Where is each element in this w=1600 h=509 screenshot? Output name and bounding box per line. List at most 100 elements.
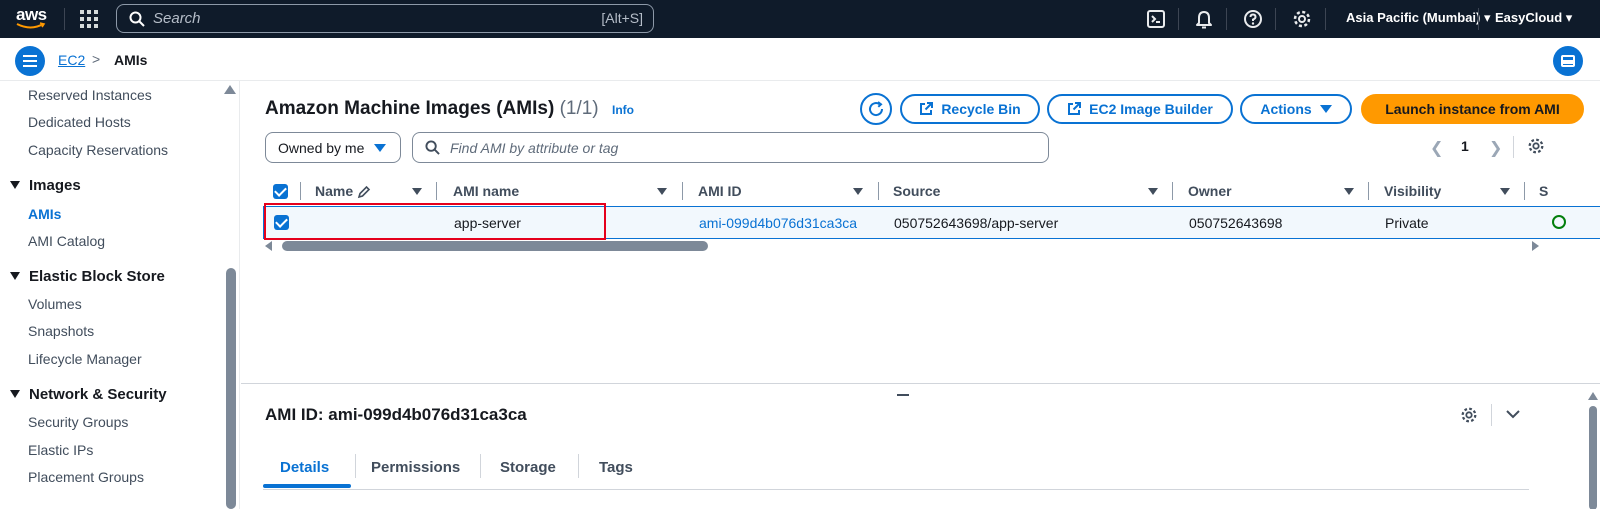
caret-down-icon [10,272,20,280]
sort-caret-icon[interactable] [1148,188,1158,195]
caret-down-icon [10,181,20,189]
details-tabs: Details Permissions Storage Tags [263,444,1529,490]
sidebar-item-security-groups[interactable]: Security Groups [28,414,128,430]
table-scroll-left-arrow[interactable] [265,241,272,251]
tab-separator [578,454,579,478]
details-scroll-up-arrow[interactable] [1588,392,1598,400]
sidebar-item-placement-groups[interactable]: Placement Groups [28,469,144,485]
sort-caret-icon[interactable] [853,188,863,195]
ami-property-filter[interactable] [412,132,1049,163]
sidebar-item-volumes[interactable]: Volumes [28,296,82,312]
active-tab-indicator [263,484,351,488]
sidebar-item-dedicated-hosts[interactable]: Dedicated Hosts [28,114,131,130]
cell-owner: 050752643698 [1189,215,1283,231]
sidebar-item-amis[interactable]: AMIs [28,206,61,222]
search-icon [425,140,440,155]
launch-instance-from-ami-button[interactable]: Launch instance from AMI [1361,94,1584,124]
info-link[interactable]: Info [612,103,634,117]
tab-storage[interactable]: Storage [500,459,556,476]
external-link-icon [920,102,934,115]
column-header-ami-id[interactable]: AMI ID [698,183,742,199]
aws-logo[interactable]: aws [16,4,50,32]
highlight-annotation-box [264,203,606,240]
sidebar-item-ami-catalog[interactable]: AMI Catalog [28,233,105,249]
sort-caret-icon[interactable] [412,188,422,195]
sidebar-scrollbar-thumb[interactable] [226,268,236,509]
ami-details-panel: AMI ID: ami-099d4b076d31ca3ca Details Pe… [241,383,1600,509]
tab-permissions[interactable]: Permissions [371,459,460,476]
sidebar-item-reserved-instances[interactable]: Reserved Instances [28,87,152,103]
details-title: AMI ID: ami-099d4b076d31ca3ca [265,405,527,424]
previous-page-button[interactable]: ❮ [1430,138,1443,158]
sort-caret-icon[interactable] [1500,188,1510,195]
details-scrollbar-thumb[interactable] [1589,406,1597,509]
table-horizontal-scrollbar-thumb[interactable] [282,241,708,251]
column-header-ami-name[interactable]: AMI name [453,183,519,199]
pager-divider [1513,136,1514,158]
nav-divider [64,8,65,30]
recycle-bin-button[interactable]: Recycle Bin [900,94,1040,124]
chevron-down-icon[interactable] [1505,406,1521,422]
help-panel-toggle-button[interactable] [1553,46,1583,76]
page-title: Amazon Machine Images (AMIs) (1/1) [265,98,599,119]
search-input[interactable] [153,10,573,27]
sidebar-section-network-security[interactable]: Network & Security [10,386,167,403]
sidebar-section-elastic-block-store[interactable]: Elastic Block Store [10,268,165,285]
tab-details[interactable]: Details [280,459,329,476]
side-navigation-toggle-button[interactable] [15,46,45,76]
tab-tags[interactable]: Tags [599,459,633,476]
column-divider [1368,182,1369,200]
notifications-bell-icon[interactable] [1194,9,1214,29]
column-divider [1172,182,1173,200]
sort-caret-icon[interactable] [657,188,667,195]
account-menu[interactable]: EasyCloud ▾ [1495,10,1572,26]
services-grid-icon[interactable] [80,10,98,28]
settings-gear-icon[interactable] [1292,9,1312,29]
nav-divider [1178,8,1179,30]
column-header-visibility[interactable]: Visibility [1384,183,1441,199]
select-all-checkbox[interactable] [273,184,288,199]
column-header-name[interactable]: Name [315,183,353,199]
column-divider [878,182,879,200]
breadcrumb-current: AMIs [114,52,148,68]
split-panel-preferences-gear-icon[interactable] [1460,406,1478,424]
nav-divider [1226,8,1227,30]
owner-filter-select[interactable]: Owned by me [265,132,401,163]
refresh-button[interactable] [860,93,892,125]
sidebar-item-capacity-reservations[interactable]: Capacity Reservations [28,142,168,158]
aws-smile-icon [16,22,46,29]
ec2-image-builder-button[interactable]: EC2 Image Builder [1047,94,1233,124]
sidebar-item-elastic-ips[interactable]: Elastic IPs [28,442,93,458]
sidebar-item-snapshots[interactable]: Snapshots [28,323,94,339]
sidebar-section-images[interactable]: Images [10,177,81,194]
caret-down-icon [374,144,386,152]
search-shortcut: [Alt+S] [601,10,643,26]
column-header-owner[interactable]: Owner [1188,183,1232,199]
tab-separator [355,454,356,478]
region-selector[interactable]: Asia Pacific (Mumbai) ▾ [1346,10,1491,26]
cloudshell-icon[interactable] [1146,9,1166,29]
cell-source: 050752643698/app-server [894,215,1059,231]
nav-divider [1325,8,1326,30]
global-search[interactable]: [Alt+S] [116,4,654,33]
next-page-button[interactable]: ❯ [1489,138,1502,158]
split-panel-resize-handle[interactable] [897,394,909,396]
table-preferences-gear-icon[interactable] [1527,137,1545,155]
cell-ami-id-link[interactable]: ami-099d4b076d31ca3ca [699,215,857,231]
sidebar-scroll-up-arrow[interactable] [224,85,236,94]
column-divider [300,182,301,200]
table-scroll-right-arrow[interactable] [1532,241,1539,251]
column-header-status[interactable]: S [1539,183,1548,199]
help-icon[interactable] [1243,9,1263,29]
breadcrumb-separator: > [92,51,101,67]
actions-dropdown-button[interactable]: Actions [1240,94,1352,124]
sidebar-item-lifecycle-manager[interactable]: Lifecycle Manager [28,351,142,367]
breadcrumb-ec2-link[interactable]: EC2 [58,52,85,68]
column-divider [436,182,437,200]
current-page-number[interactable]: 1 [1461,138,1469,154]
sort-caret-icon[interactable] [1344,188,1354,195]
search-icon [129,11,145,27]
column-header-source[interactable]: Source [893,183,940,199]
side-navigation: Reserved Instances Dedicated Hosts Capac… [0,81,240,509]
find-ami-input[interactable] [450,139,1010,156]
